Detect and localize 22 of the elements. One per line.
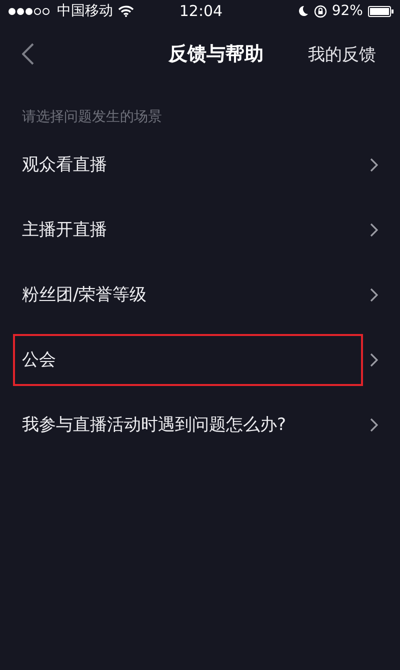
section-heading: 请选择问题发生的场景 [21, 108, 163, 127]
page-title: 反馈与帮助 [168, 42, 264, 67]
battery-percent: 92% [332, 3, 363, 19]
chevron-icon [370, 288, 378, 302]
my-feedback-link[interactable]: 我的反馈 [308, 42, 376, 66]
chevron-icon [370, 352, 378, 366]
moon-icon [296, 5, 309, 17]
battery-icon [368, 6, 394, 16]
scene-item[interactable]: 公会 [13, 334, 363, 386]
wifi-icon [118, 5, 134, 17]
scene-item[interactable]: 我参与直播活动时遇到问题怎么办? [13, 398, 363, 450]
status-time: 12:04 [179, 2, 223, 20]
chevron-icon [370, 222, 378, 236]
chevron-icon [370, 418, 378, 432]
back-button[interactable] [22, 43, 36, 65]
chevron-icon [370, 158, 378, 172]
scene-item[interactable]: 主播开直播 [13, 204, 363, 256]
signal-icon [8, 6, 52, 16]
carrier-name: 中国移动 [57, 2, 113, 20]
scene-item[interactable]: 粉丝团/荣誉等级 [13, 268, 363, 320]
scene-item[interactable]: 观众看直播 [13, 138, 363, 190]
rotation-lock-icon [314, 4, 327, 18]
